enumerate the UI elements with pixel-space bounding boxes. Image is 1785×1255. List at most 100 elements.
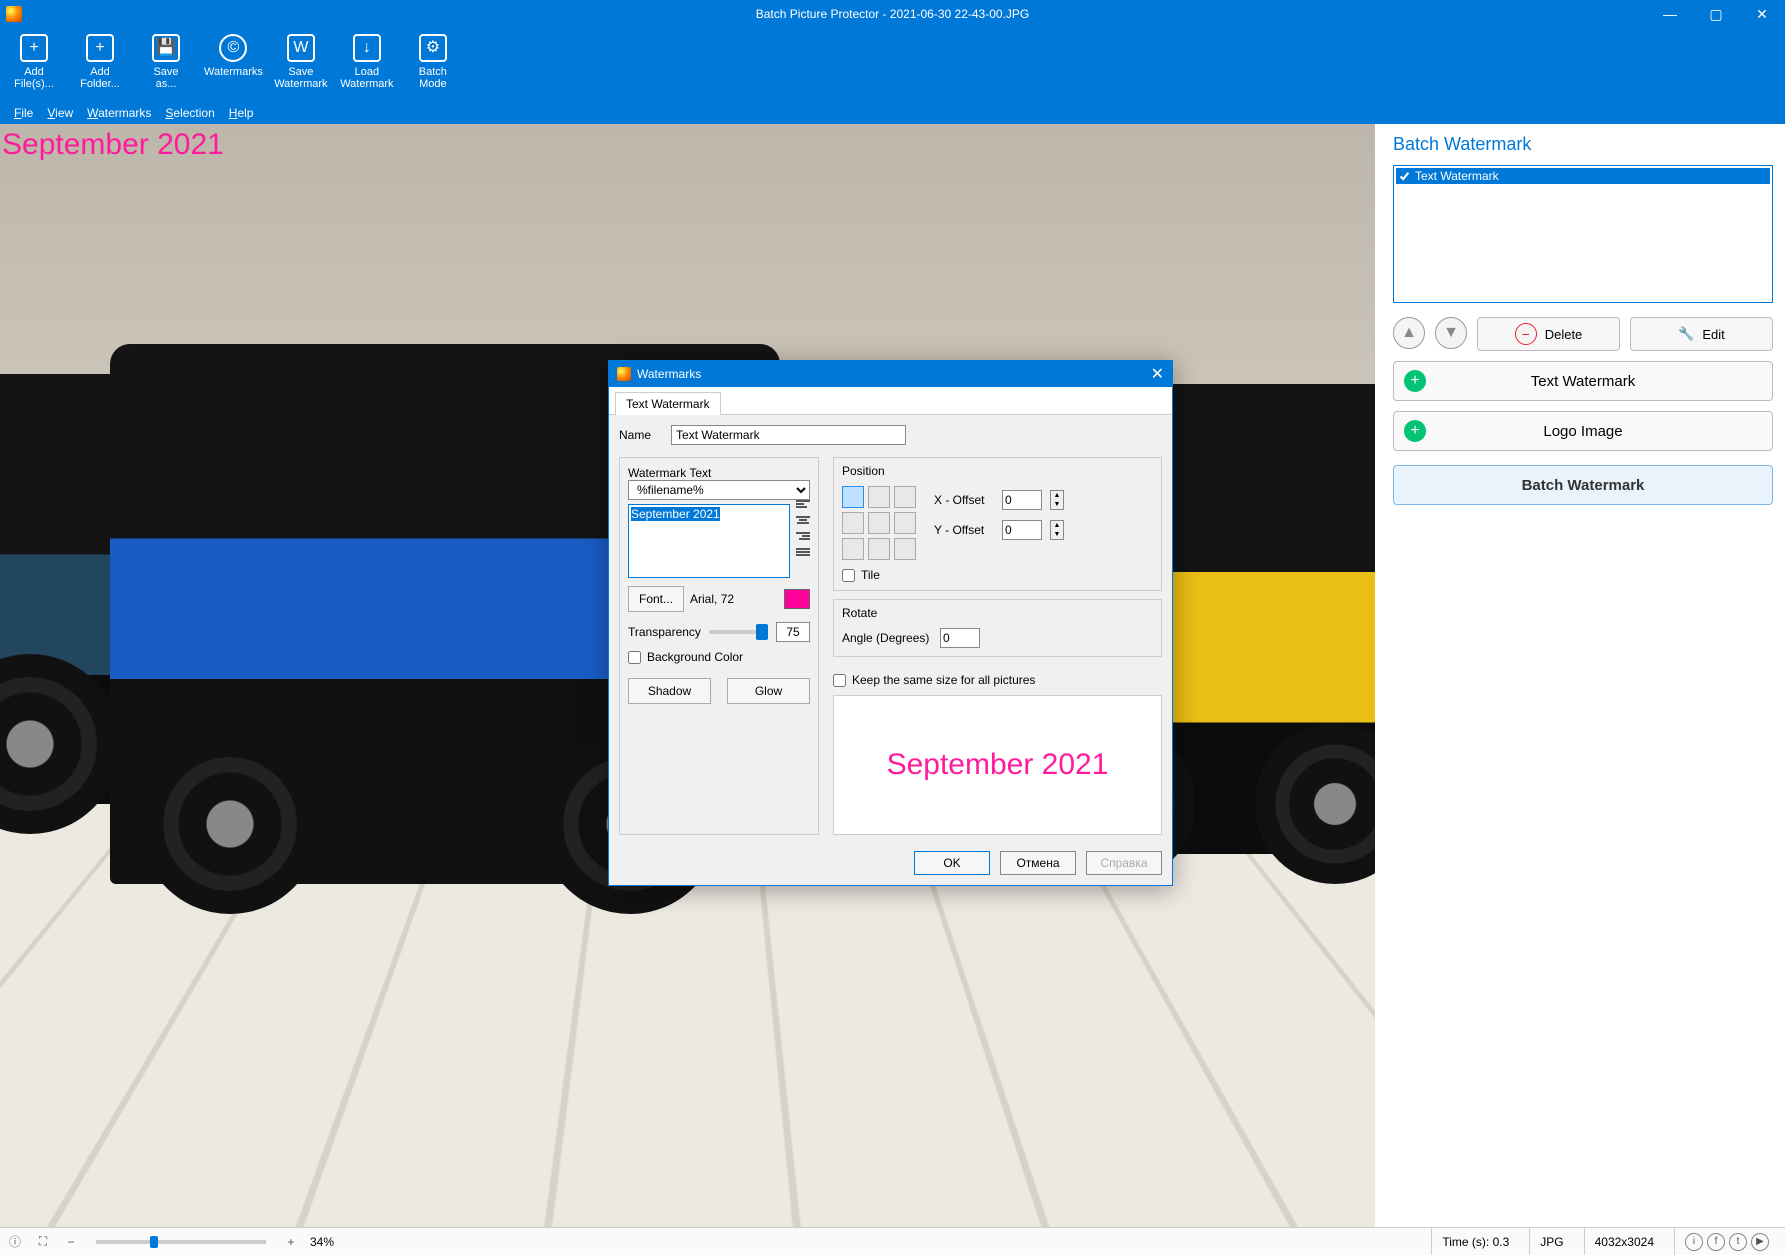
social-twitter-icon[interactable]: t [1729,1233,1747,1251]
color-swatch[interactable] [784,589,810,609]
logo-image-label: Logo Image [1543,423,1622,440]
pos-ml[interactable] [842,512,864,534]
zoom-in-icon[interactable]: + [282,1235,300,1249]
menu-watermarks[interactable]: Watermarks [87,106,151,120]
info-icon[interactable]: ⓘ [6,1233,24,1250]
edit-label: Edit [1702,327,1724,342]
list-item[interactable]: Text Watermark [1396,168,1770,184]
add-text-watermark-button[interactable]: + Text Watermark [1393,361,1773,401]
social-youtube-icon[interactable]: ▶ [1751,1233,1769,1251]
pos-br[interactable] [894,538,916,560]
watermark-listbox[interactable]: Text Watermark [1393,165,1773,303]
add-logo-image-button[interactable]: + Logo Image [1393,411,1773,451]
edit-button[interactable]: 🔧 Edit [1630,317,1773,351]
background-color-checkbox[interactable] [628,651,641,664]
pos-mc[interactable] [868,512,890,534]
maximize-button[interactable]: ▢ [1693,0,1739,28]
ribbon-toolbar: + Add File(s)... + Add Folder... 💾 Save … [0,28,1785,102]
list-item-checkbox[interactable] [1398,170,1411,183]
menu-help[interactable]: Help [229,106,254,120]
glow-button[interactable]: Glow [727,678,810,704]
add-files-button[interactable]: + Add File(s)... [6,32,62,90]
save-watermark-button[interactable]: W Save Watermark [273,32,329,90]
minimize-button[interactable]: ― [1647,0,1693,28]
add-files-icon: + [20,34,48,62]
status-bar: ⓘ ⛶ − + 34% Time (s): 0.3 JPG 4032x3024 … [0,1227,1785,1255]
keep-size-checkbox[interactable] [833,674,846,687]
plus-icon: + [1404,370,1426,392]
dialog-icon [617,367,631,381]
name-input[interactable] [671,425,906,445]
angle-input[interactable] [940,628,980,648]
zoom-out-icon[interactable]: − [62,1235,80,1249]
textarea-value: September 2021 [631,507,720,521]
dialog-title: Watermarks [637,367,701,381]
x-offset-input[interactable] [1002,490,1042,510]
dialog-close-button[interactable]: ✕ [1151,364,1164,384]
dialog-titlebar[interactable]: Watermarks ✕ [609,361,1172,387]
align-justify-icon[interactable] [796,548,810,560]
transparency-label: Transparency [628,625,701,639]
y-offset-input[interactable] [1002,520,1042,540]
move-down-button[interactable]: ▼ [1435,317,1467,349]
tile-checkbox[interactable] [842,569,855,582]
add-folder-icon: + [86,34,114,62]
plus-icon: + [1404,420,1426,442]
save-as-icon: 💾 [152,34,180,62]
font-button[interactable]: Font... [628,586,684,612]
watermark-preview: September 2021 [833,695,1162,835]
transparency-value[interactable] [776,622,810,642]
watermarks-button[interactable]: © Watermarks [204,32,263,78]
tile-label: Tile [861,568,880,582]
social-info-icon[interactable]: i [1685,1233,1703,1251]
move-up-button[interactable]: ▲ [1393,317,1425,349]
social-facebook-icon[interactable]: f [1707,1233,1725,1251]
watermark-overlay: September 2021 [2,128,224,162]
batch-mode-button[interactable]: ⚙ Batch Mode [405,32,461,90]
pos-bl[interactable] [842,538,864,560]
fit-icon[interactable]: ⛶ [34,1234,52,1249]
ok-button[interactable]: OK [914,851,990,875]
tab-text-watermark[interactable]: Text Watermark [615,392,721,415]
text-watermark-label: Text Watermark [1531,373,1635,390]
load-watermark-icon: ↓ [353,34,381,62]
angle-label: Angle (Degrees) [842,631,932,645]
add-folder-button[interactable]: + Add Folder... [72,32,128,90]
menu-file[interactable]: File [14,106,33,120]
menu-selection[interactable]: Selection [165,106,214,120]
pos-bc[interactable] [868,538,890,560]
align-right-icon[interactable] [796,532,810,544]
cancel-button[interactable]: Отмена [1000,851,1076,875]
pos-tc[interactable] [868,486,890,508]
font-description: Arial, 72 [690,592,734,606]
batch-watermark-button[interactable]: Batch Watermark [1393,465,1773,505]
zoom-value: 34% [310,1235,334,1249]
delete-label: Delete [1545,327,1583,342]
y-offset-spinner[interactable]: ▲▼ [1050,520,1064,540]
x-offset-spinner[interactable]: ▲▼ [1050,490,1064,510]
zoom-slider[interactable] [96,1240,266,1244]
list-item-label: Text Watermark [1415,169,1499,183]
load-watermark-label: Load Watermark [340,66,393,90]
transparency-slider[interactable] [709,630,768,634]
save-watermark-icon: W [287,34,315,62]
background-color-label: Background Color [647,650,743,664]
watermark-textarea[interactable]: September 2021 [628,504,790,578]
pos-tl[interactable] [842,486,864,508]
load-watermark-button[interactable]: ↓ Load Watermark [339,32,395,90]
minus-icon: − [1515,323,1537,345]
save-as-button[interactable]: 💾 Save as... [138,32,194,90]
shadow-button[interactable]: Shadow [628,678,711,704]
align-left-icon[interactable] [796,500,810,512]
pos-tr[interactable] [894,486,916,508]
delete-button[interactable]: − Delete [1477,317,1620,351]
watermark-text-combo[interactable]: %filename% [628,480,810,500]
menu-view[interactable]: View [47,106,73,120]
status-time: Time (s): 0.3 [1431,1228,1519,1255]
help-button[interactable]: Справка [1086,851,1162,875]
status-dimensions: 4032x3024 [1584,1228,1664,1255]
position-grid[interactable] [842,486,916,560]
pos-mr[interactable] [894,512,916,534]
align-center-icon[interactable] [796,516,810,528]
close-button[interactable]: ✕ [1739,0,1785,28]
